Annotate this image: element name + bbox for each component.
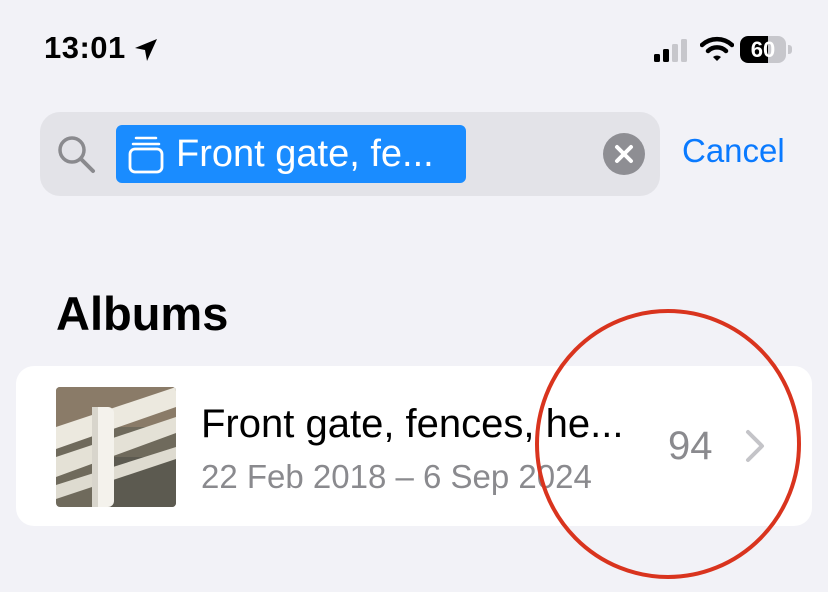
album-title: Front gate, fences, he... xyxy=(201,402,624,446)
search-field[interactable]: Front gate, fe... xyxy=(40,112,660,196)
search-token-label: Front gate, fe... xyxy=(176,133,434,175)
cancel-button[interactable]: Cancel xyxy=(682,132,785,170)
battery-percent: 60 xyxy=(750,37,776,62)
clear-search-button[interactable] xyxy=(603,133,645,175)
search-icon xyxy=(58,136,95,173)
album-date-range: 22 Feb 2018 – 6 Sep 2024 xyxy=(201,458,592,495)
album-stack-icon xyxy=(128,136,164,174)
status-time: 13:01 xyxy=(44,30,126,65)
chevron-right-icon xyxy=(746,430,764,462)
albums-section-title: Albums xyxy=(56,287,229,340)
clear-icon xyxy=(615,145,633,163)
cellular-signal-icon xyxy=(654,39,687,62)
battery-indicator: 60 xyxy=(740,36,794,63)
album-photo-count: 94 xyxy=(668,424,713,468)
album-row[interactable]: Front gate, fences, he... 22 Feb 2018 – … xyxy=(16,366,812,526)
album-thumbnail xyxy=(56,387,176,507)
location-arrow-icon xyxy=(135,39,157,61)
status-bar: 13:01 60 xyxy=(0,0,828,100)
search-token[interactable]: Front gate, fe... xyxy=(116,125,466,183)
wifi-icon xyxy=(700,36,734,61)
